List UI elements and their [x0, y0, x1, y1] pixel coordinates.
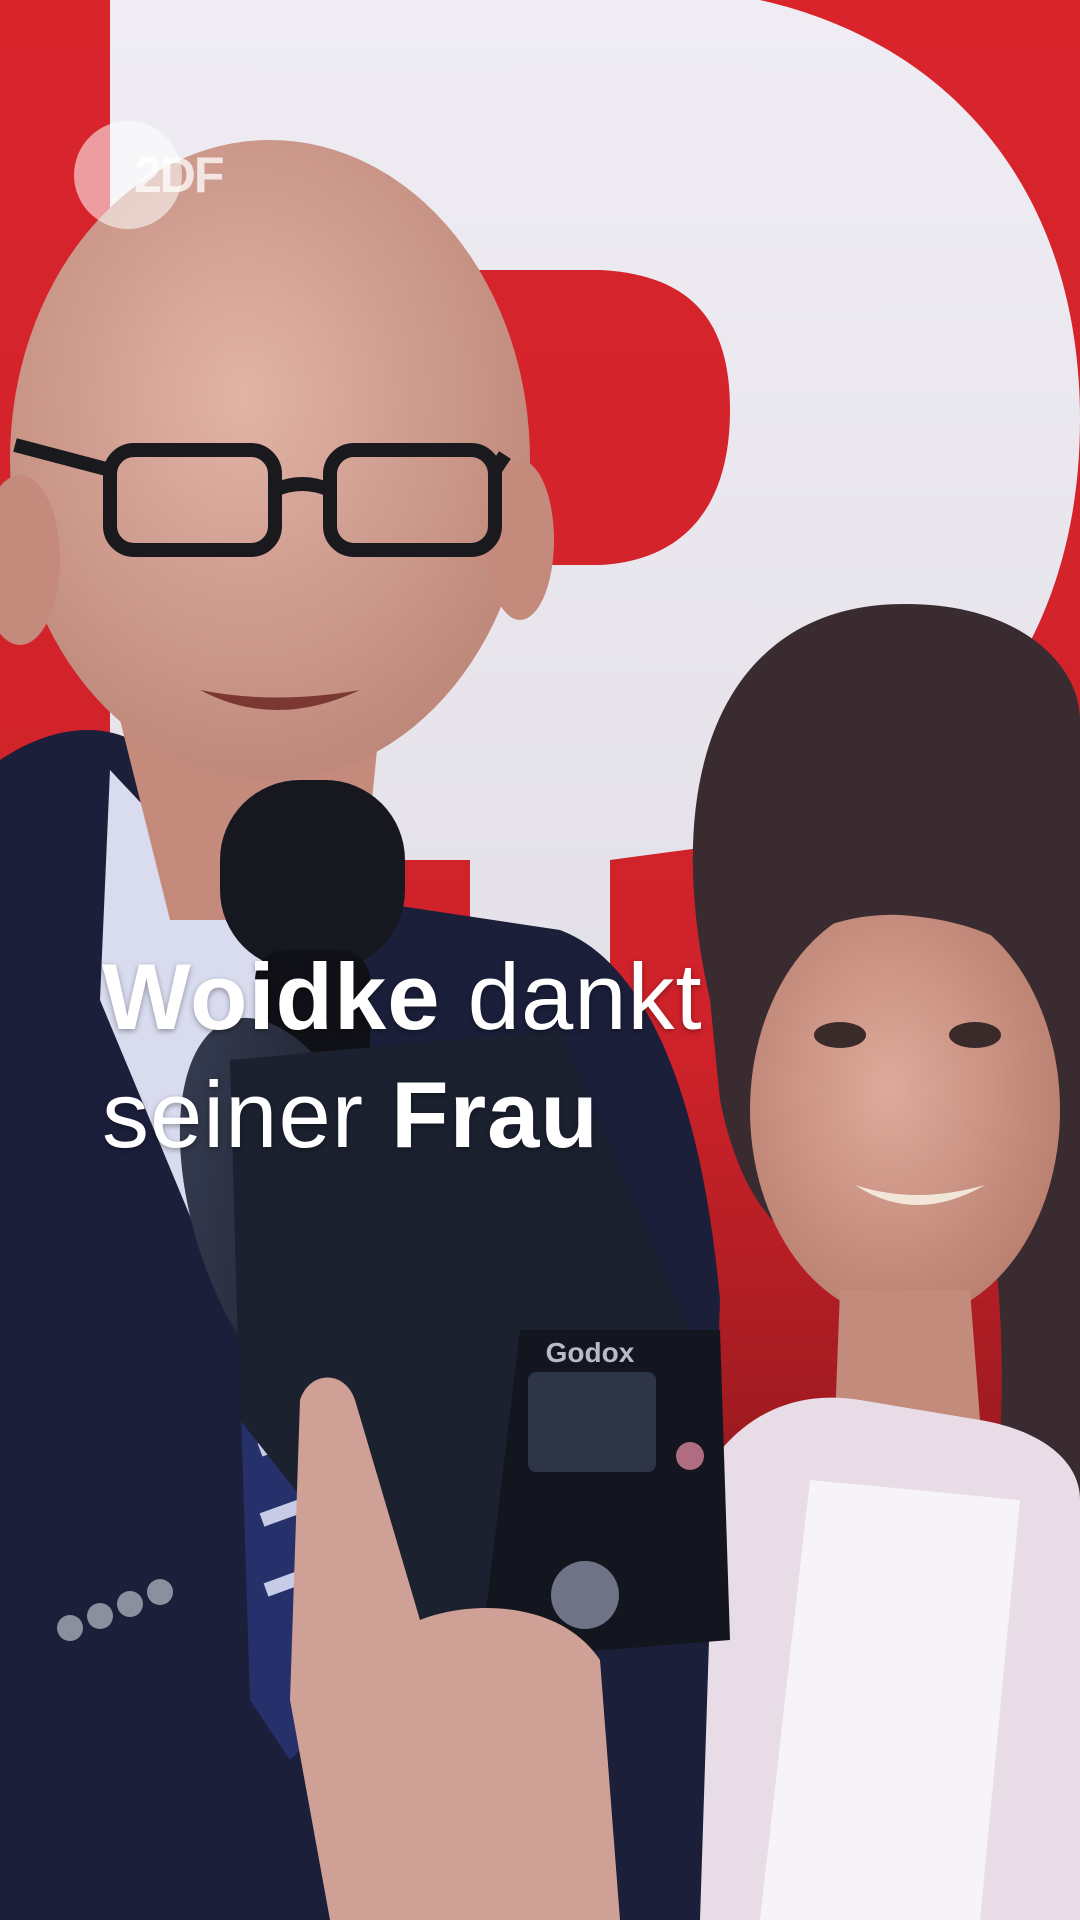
caption-emphasis-name: Woidke [102, 944, 441, 1049]
zdf-logo: 2DF [74, 120, 274, 230]
flash-screen [528, 1372, 656, 1472]
caption-line-2: seiner Frau [102, 1056, 862, 1174]
zdf-logo-icon: 2DF [74, 121, 225, 229]
headline-caption: Woidke dankt seiner Frau [102, 938, 862, 1174]
caption-text-dankt: dankt [467, 944, 703, 1049]
video-frame: Godox 2DF Woidke dankt seiner Frau [0, 0, 1080, 1920]
flash-brand-text: Godox [546, 1337, 635, 1368]
caption-line-1: Woidke dankt [102, 938, 862, 1056]
caption-text-seiner: seiner [102, 1062, 365, 1167]
caption-emphasis-frau: Frau [391, 1062, 599, 1167]
zdf-logo-text: 2DF [134, 147, 223, 203]
